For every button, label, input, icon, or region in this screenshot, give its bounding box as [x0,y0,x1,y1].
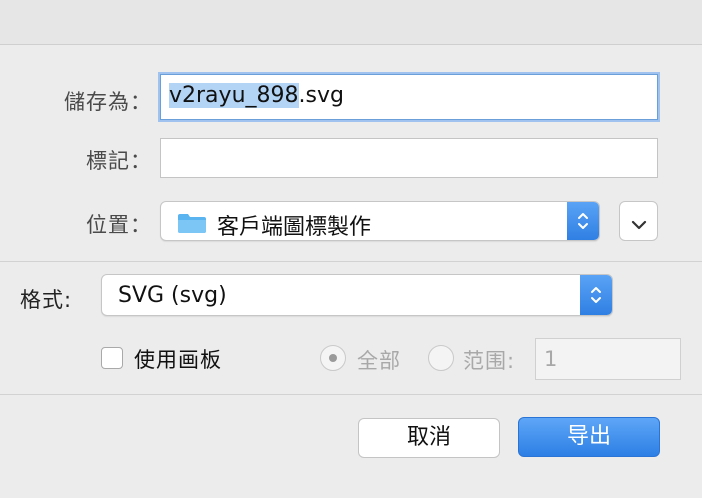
radio-all-label: 全部 [357,349,401,373]
chevron-updown-icon [590,284,602,306]
format-stepper[interactable] [580,275,612,315]
radio-range-label: 范围: [463,349,516,373]
chevron-updown-icon [577,210,589,232]
location-popup[interactable]: 客戶端圖標製作 [160,201,600,241]
format-label: 格式: [20,288,73,312]
format-popup[interactable]: SVG (svg) [101,274,613,316]
chevron-down-icon [631,216,647,235]
range-value: 1 [544,347,558,371]
cancel-button[interactable]: 取消 [358,418,500,458]
format-value: SVG (svg) [118,283,227,308]
use-artboards-checkbox[interactable] [101,347,123,369]
filename-extension: .svg [298,83,344,108]
divider-bottom [0,394,702,395]
use-artboards-label: 使用画板 [134,348,222,372]
filename-field[interactable]: v2rayu_898.svg [158,72,660,122]
export-button[interactable]: 导出 [518,417,660,457]
radio-selected-dot [329,354,337,362]
radio-range[interactable] [428,345,454,371]
tags-label: 標記： [86,149,152,173]
tags-field[interactable] [160,138,658,178]
divider-top [0,261,702,262]
save-as-label: 儲存為： [64,90,152,114]
expand-button[interactable] [619,201,658,241]
location-label: 位置： [86,213,152,237]
radio-all[interactable] [320,345,346,371]
title-bar [0,0,702,45]
folder-icon [177,212,207,238]
location-value: 客戶端圖標製作 [217,215,372,240]
range-input[interactable]: 1 [535,338,681,380]
filename-selected-text: v2rayu_898 [169,83,299,108]
location-stepper[interactable] [567,202,599,240]
